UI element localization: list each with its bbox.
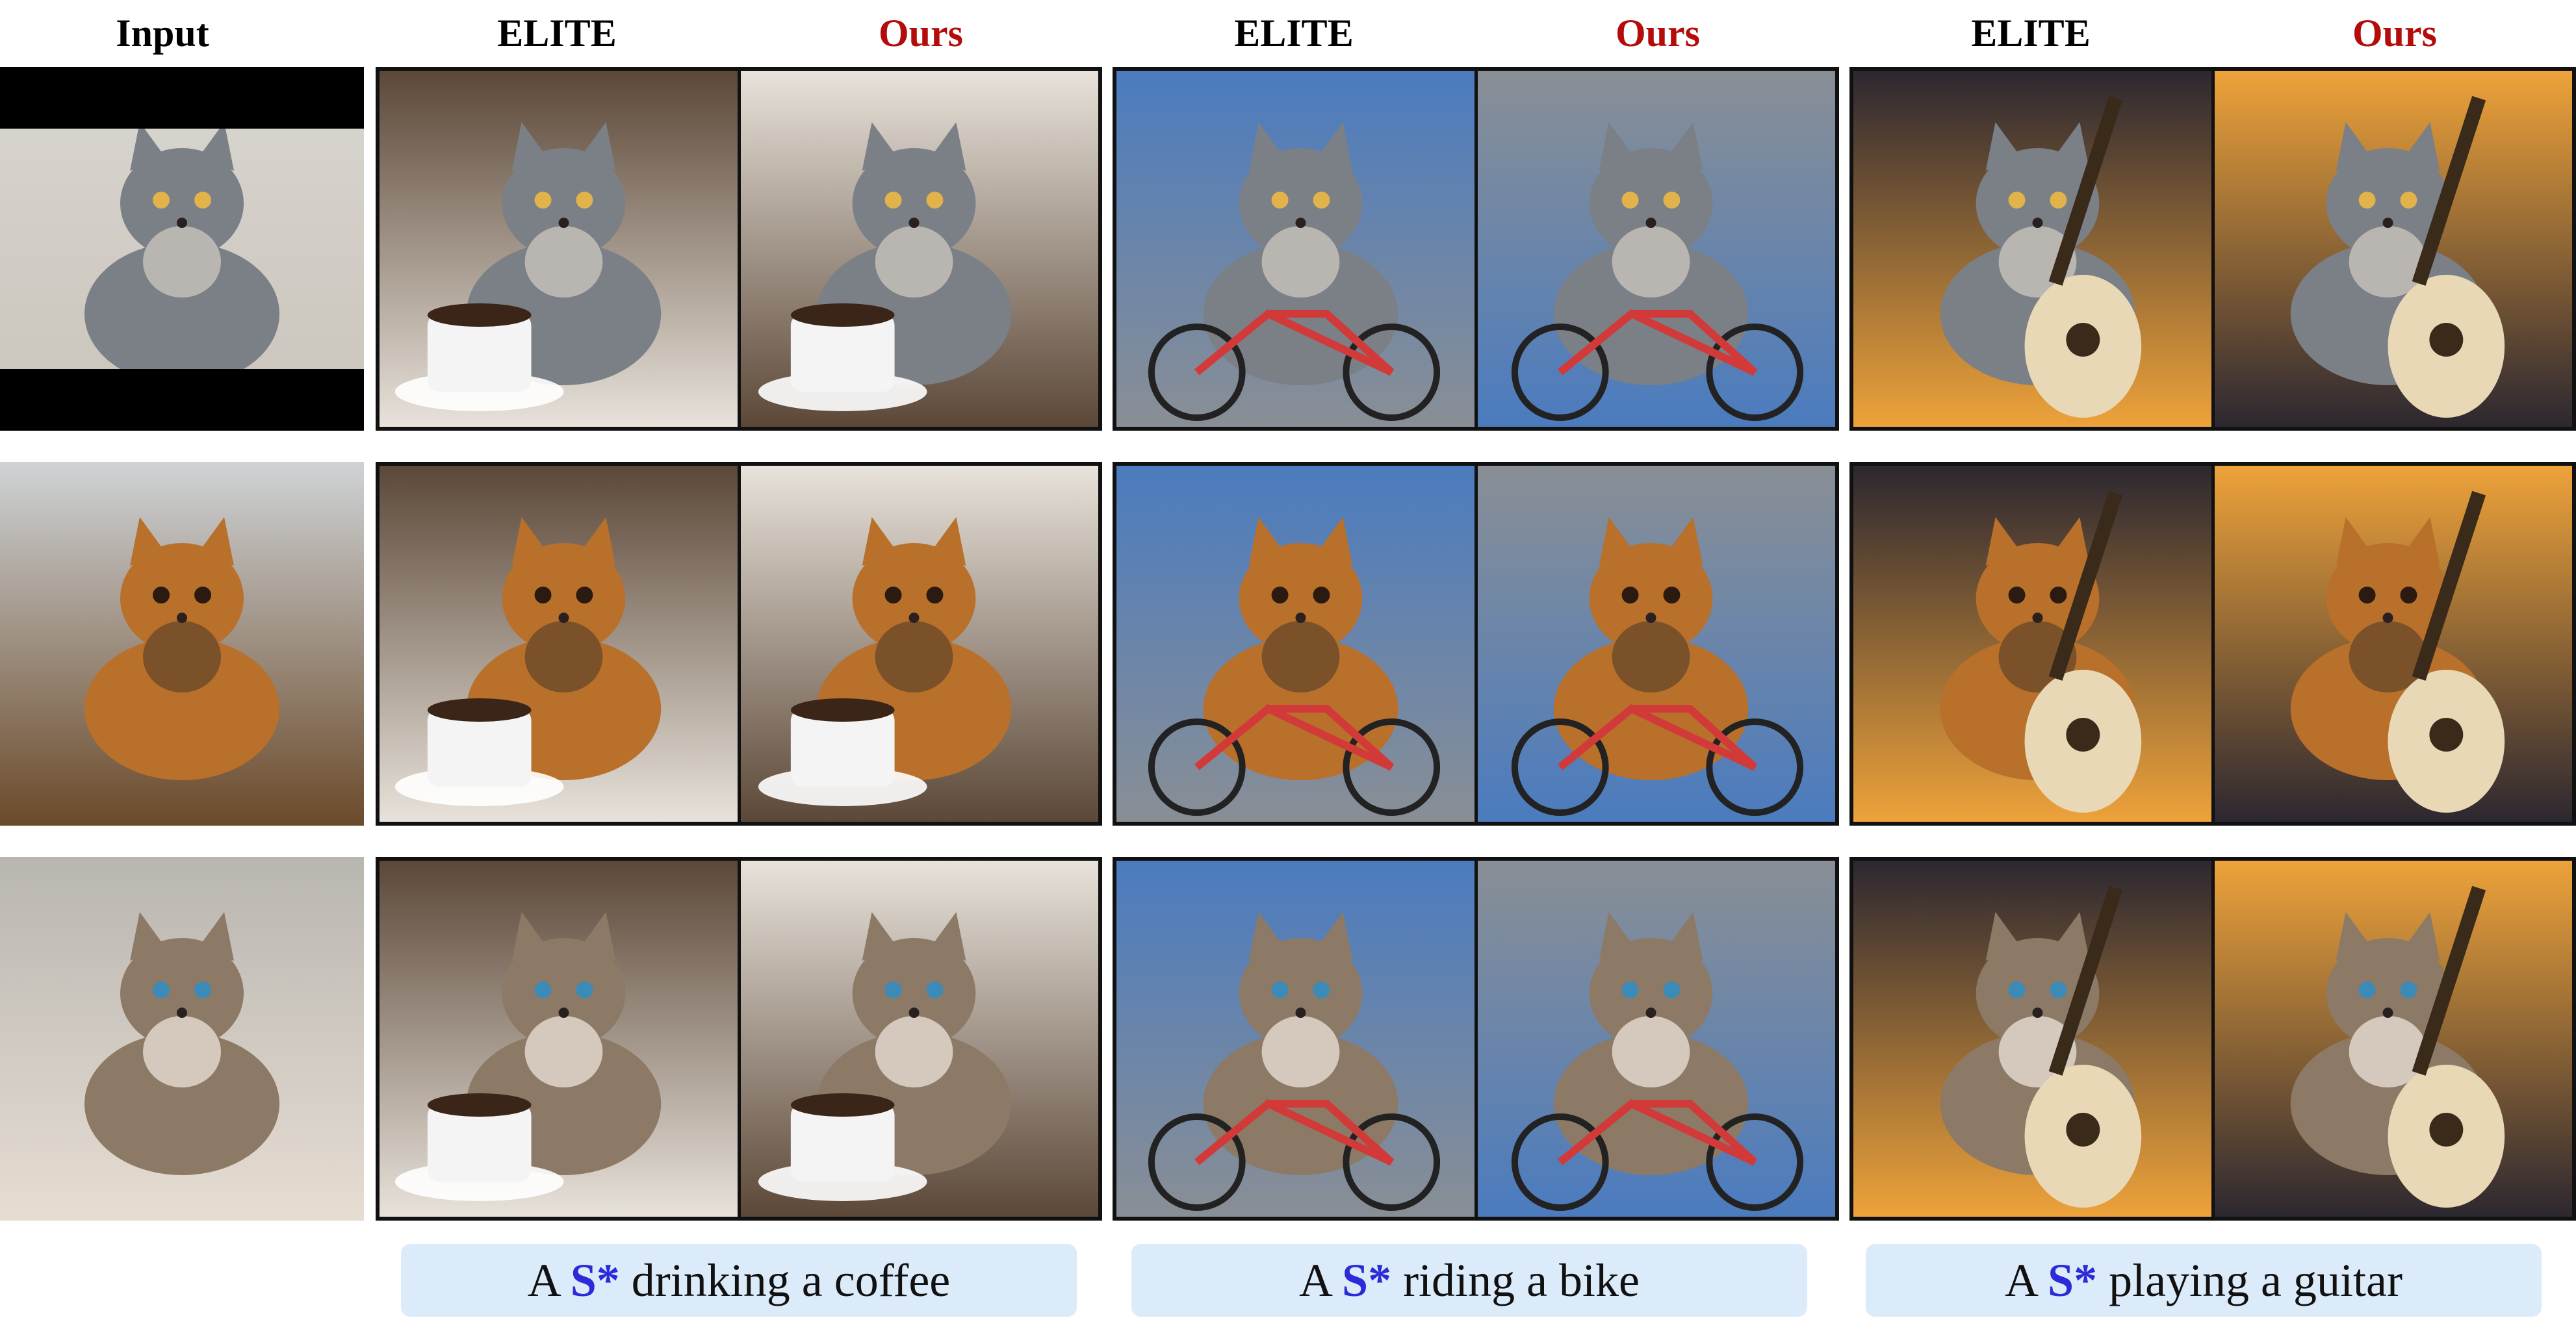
elite-guitar-row-1 — [1849, 67, 2213, 431]
ours-bike-row-1 — [1476, 67, 1839, 431]
ours-bike-row-3 — [1476, 857, 1839, 1221]
caption-token: S* — [2048, 1254, 2098, 1306]
header-elite-guitar: ELITE — [1971, 12, 2091, 55]
divider-guitar-row-2 — [2211, 462, 2215, 826]
header-ours-guitar: Ours — [2352, 12, 2438, 55]
divider-guitar-row-3 — [2211, 857, 2215, 1221]
ours-coffee-row-2 — [739, 462, 1102, 826]
caption-prefix: A — [527, 1254, 571, 1306]
caption-guitar: A S* playing a guitar — [1866, 1244, 2542, 1317]
elite-coffee-row-3 — [376, 857, 739, 1221]
caption-suffix: riding a bike — [1391, 1254, 1640, 1306]
caption-token: S* — [1342, 1254, 1392, 1306]
divider-coffee-row-2 — [738, 462, 741, 826]
header-input: Input — [116, 12, 209, 55]
caption-bike: A S* riding a bike — [1131, 1244, 1807, 1317]
elite-guitar-row-2 — [1849, 462, 2213, 826]
divider-bike-row-3 — [1475, 857, 1478, 1221]
ours-bike-row-2 — [1476, 462, 1839, 826]
ours-coffee-row-3 — [739, 857, 1102, 1221]
header-ours-bike: Ours — [1615, 12, 1701, 55]
elite-bike-row-1 — [1113, 67, 1476, 431]
divider-bike-row-2 — [1475, 462, 1478, 826]
elite-guitar-row-3 — [1849, 857, 2213, 1221]
ours-guitar-row-3 — [2213, 857, 2576, 1221]
input-image-row-2 — [0, 462, 364, 826]
elite-coffee-row-2 — [376, 462, 739, 826]
caption-prefix: A — [1299, 1254, 1343, 1306]
divider-guitar-row-1 — [2211, 67, 2215, 431]
elite-bike-row-2 — [1113, 462, 1476, 826]
divider-coffee-row-1 — [738, 67, 741, 431]
header-ours-coffee: Ours — [878, 12, 964, 55]
elite-coffee-row-1 — [376, 67, 739, 431]
caption-coffee: A S* drinking a coffee — [401, 1244, 1077, 1317]
ours-guitar-row-2 — [2213, 462, 2576, 826]
caption-token: S* — [570, 1254, 620, 1306]
caption-prefix: A — [2005, 1254, 2048, 1306]
elite-bike-row-3 — [1113, 857, 1476, 1221]
caption-suffix: playing a guitar — [2097, 1254, 2402, 1306]
caption-suffix: drinking a coffee — [619, 1254, 951, 1306]
divider-coffee-row-3 — [738, 857, 741, 1221]
divider-bike-row-1 — [1475, 67, 1478, 431]
input-image-row-1 — [0, 67, 364, 431]
ours-guitar-row-1 — [2213, 67, 2576, 431]
input-image-row-3 — [0, 857, 364, 1221]
header-elite-bike: ELITE — [1234, 12, 1354, 55]
header-elite-coffee: ELITE — [497, 12, 617, 55]
ours-coffee-row-1 — [739, 67, 1102, 431]
